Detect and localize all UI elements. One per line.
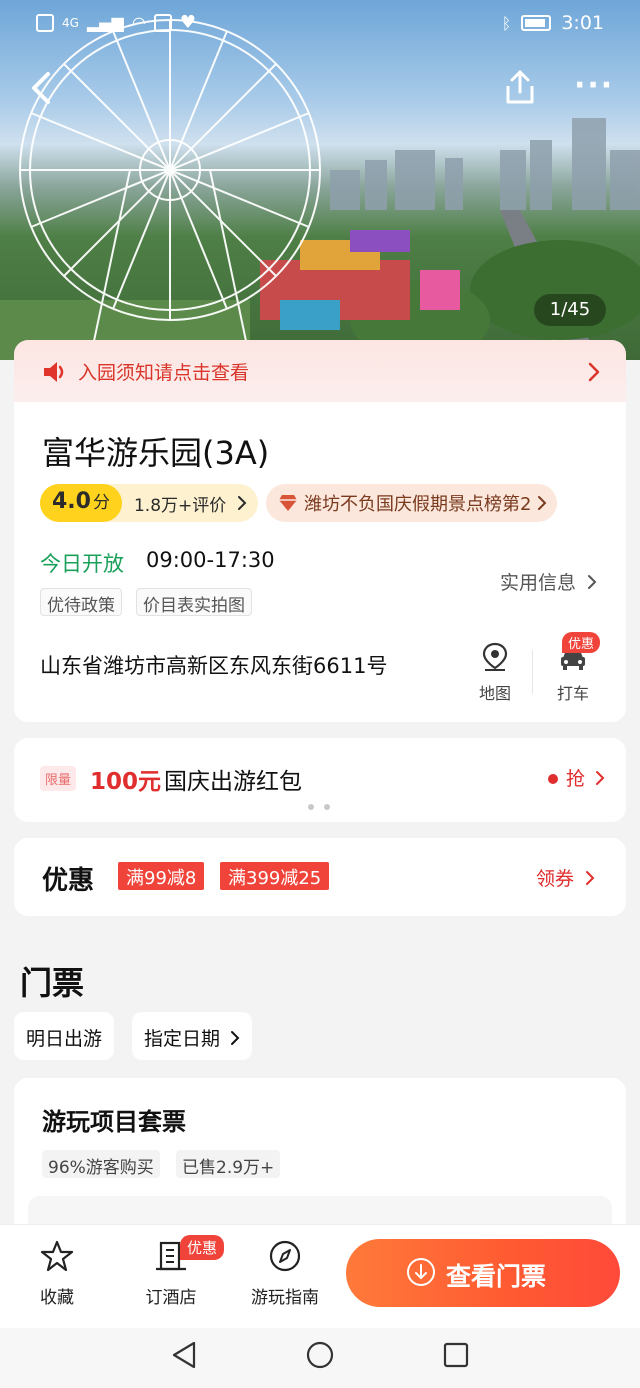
- package-tag: 96%游客购买: [42, 1150, 160, 1178]
- coupon-tag[interactable]: 满399减25: [220, 862, 330, 890]
- favorite-label: 收藏: [40, 1288, 74, 1308]
- attraction-title: 富华游乐园(3A): [42, 434, 270, 472]
- recents-square-icon[interactable]: [442, 1341, 470, 1369]
- package-tag: 已售2.9万+: [176, 1150, 281, 1178]
- mail-icon: [153, 13, 172, 32]
- package-title: 游玩项目套票: [42, 1108, 186, 1136]
- grab-label: 抢: [566, 768, 586, 790]
- divider: [532, 650, 533, 694]
- chevron-right-icon: [538, 496, 547, 510]
- back-icon[interactable]: [22, 66, 66, 110]
- compass-icon: [269, 1240, 301, 1272]
- ranking-text: 潍坊不负国庆假期景点榜第2: [304, 494, 532, 515]
- battery-icon: [521, 15, 552, 31]
- hotel-promo-badge: 优惠: [180, 1235, 225, 1260]
- map-button[interactable]: 地图: [466, 642, 524, 703]
- rating-reviews-pill[interactable]: 4.0 分 1.8万+评价: [40, 484, 259, 522]
- practical-info-link[interactable]: 实用信息: [500, 568, 598, 595]
- coupons-heading: 优惠: [42, 866, 95, 896]
- red-packet-banner[interactable]: 限量 100元 国庆出游红包 抢: [14, 738, 626, 822]
- notice-text: 入园须知请点击查看: [78, 362, 250, 384]
- practical-info-label: 实用信息: [500, 572, 577, 594]
- score-badge: 4.0 分: [40, 484, 122, 522]
- hotel-label: 订酒店: [145, 1288, 197, 1308]
- guide-button[interactable]: 游玩指南: [240, 1239, 330, 1308]
- view-tickets-button[interactable]: 查看门票: [346, 1239, 620, 1307]
- more-icon[interactable]: ···: [574, 66, 622, 110]
- open-hours: 09:00-17:30: [146, 548, 275, 572]
- wifi-icon: ◠: [131, 13, 146, 32]
- photo-counter: 1/45: [534, 294, 606, 326]
- bluetooth-icon: ᛒ: [501, 13, 512, 33]
- carousel-dots: [308, 804, 330, 810]
- get-coupons-label: 领券: [536, 868, 575, 890]
- favorite-button[interactable]: 收藏: [12, 1239, 102, 1308]
- chevron-right-icon: [588, 575, 597, 589]
- taxi-label: 打车: [556, 684, 589, 703]
- tag-preferential-policy[interactable]: 优待政策: [40, 588, 122, 616]
- chevron-right-icon: [588, 362, 600, 382]
- date-option-pick-date[interactable]: 指定日期: [132, 1012, 253, 1060]
- star-icon: [40, 1240, 74, 1272]
- coupon-tag[interactable]: 满99减8: [118, 862, 205, 890]
- taxi-promo-badge: 优惠: [562, 632, 601, 653]
- get-coupons-button[interactable]: 领券: [536, 864, 596, 891]
- bottom-action-bar: 收藏 订酒店 优惠 游玩指南 查看门票: [0, 1224, 640, 1328]
- chevron-right-icon: [586, 871, 595, 885]
- ranking-pill[interactable]: 潍坊不负国庆假期景点榜第2: [266, 484, 558, 522]
- home-circle-icon[interactable]: [305, 1340, 335, 1370]
- review-count: 1.8万+评价: [133, 495, 227, 516]
- tickets-heading: 门票: [20, 964, 85, 1002]
- address-text[interactable]: 山东省潍坊市高新区东风东街6611号: [40, 650, 387, 680]
- hd-icon: [36, 13, 54, 32]
- attraction-info-card: 富华游乐园(3A) 4.0 分 1.8万+评价 潍坊不负国庆假期景点榜第2 今日…: [14, 402, 626, 722]
- entry-notice-banner[interactable]: 入园须知请点击查看: [14, 340, 626, 406]
- guide-label: 游玩指南: [251, 1288, 319, 1308]
- red-packet-amount: 100元: [90, 769, 162, 795]
- view-tickets-label: 查看门票: [446, 1262, 547, 1291]
- limited-tag: 限量: [40, 766, 77, 791]
- heart-icon: ♥: [179, 12, 196, 33]
- date-option-label: 指定日期: [144, 1028, 221, 1050]
- diamond-icon: [279, 495, 297, 511]
- map-label: 地图: [478, 684, 511, 703]
- chevron-right-icon: [231, 1031, 240, 1045]
- status-bar: 4G ▂▄▆ ◠ ♥ ᛒ 3:01: [0, 0, 640, 50]
- score-unit: 分: [92, 493, 110, 513]
- back-triangle-icon[interactable]: [170, 1340, 198, 1370]
- grab-button[interactable]: 抢: [566, 764, 605, 791]
- system-navigation-bar: [0, 1328, 640, 1388]
- hero-gallery[interactable]: 4G ▂▄▆ ◠ ♥ ᛒ 3:01 ··· 1/45: [0, 0, 640, 360]
- speaker-icon: [44, 362, 64, 382]
- score-value: 4.0: [52, 489, 91, 514]
- dot-icon: [548, 774, 558, 784]
- download-circle-icon: [407, 1258, 435, 1286]
- clock: 3:01: [561, 12, 604, 34]
- chevron-right-icon: [238, 496, 247, 510]
- map-pin-icon: [482, 642, 508, 671]
- coupons-card: 优惠 满99减8 满399减25 领券: [14, 838, 626, 916]
- share-icon[interactable]: [500, 66, 540, 110]
- network-type: 4G: [62, 15, 79, 30]
- red-packet-title: 国庆出游红包: [164, 769, 302, 795]
- signal-icon: ▂▄▆: [86, 13, 124, 32]
- date-option-tomorrow[interactable]: 明日出游: [14, 1012, 115, 1060]
- open-status: 今日开放: [40, 552, 124, 576]
- tag-price-list-photo[interactable]: 价目表实拍图: [136, 588, 252, 616]
- chevron-right-icon: [596, 771, 605, 785]
